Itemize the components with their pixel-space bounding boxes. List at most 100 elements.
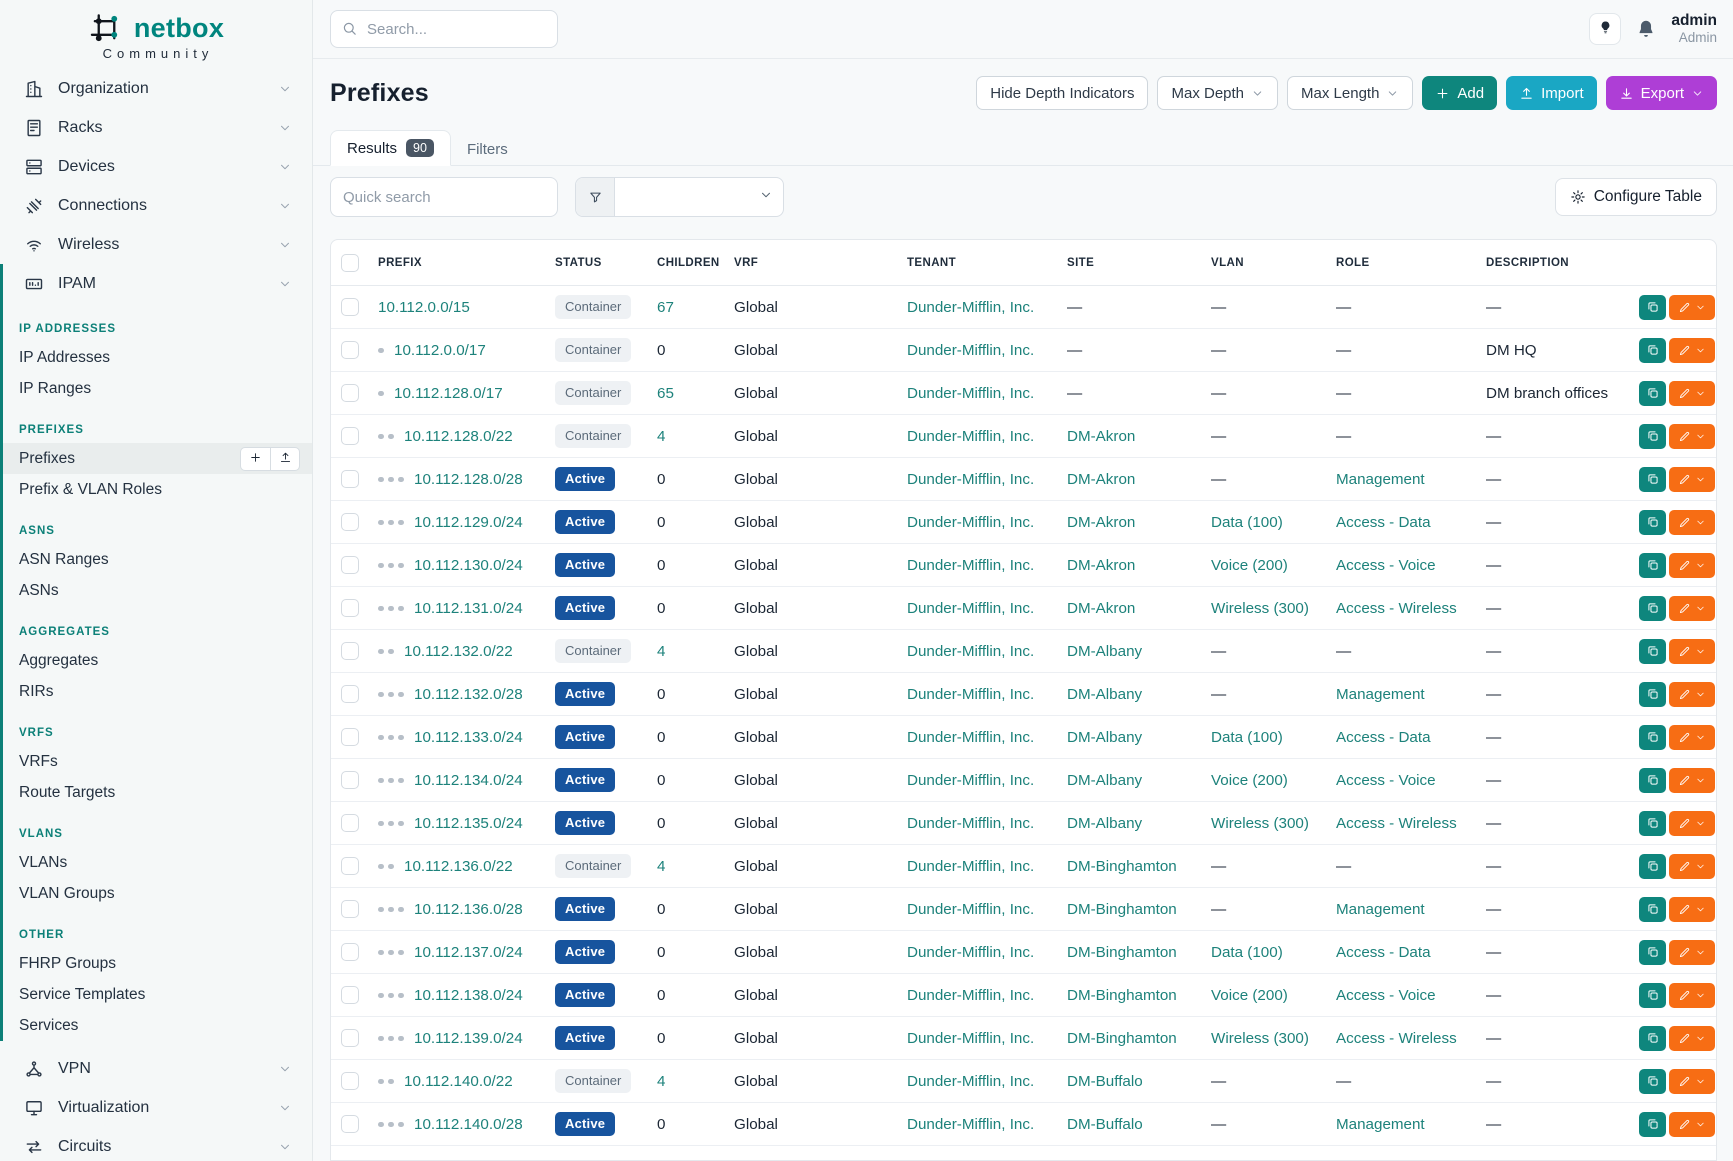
brand[interactable]: netbox Community [0,0,312,69]
tenant-link[interactable]: Dunder-Mifflin, Inc. [907,428,1034,445]
tenant-link[interactable]: Dunder-Mifflin, Inc. [907,858,1034,875]
sidebar-item-ip-addresses[interactable]: IP Addresses [3,342,312,373]
role-link[interactable]: Management [1336,1116,1425,1133]
prefix-link[interactable]: 10.112.135.0/24 [414,815,523,832]
edit-prefix-button[interactable] [1669,854,1715,879]
vlan-link[interactable]: Voice (200) [1211,772,1288,789]
site-link[interactable]: DM-Binghamton [1067,901,1177,918]
sidebar-item-wireless[interactable]: Wireless [0,225,312,264]
sidebar-item-devices[interactable]: Devices [0,147,312,186]
row-checkbox[interactable] [341,341,359,359]
clone-prefix-button[interactable] [1639,510,1666,535]
clone-prefix-button[interactable] [1639,596,1666,621]
vlan-link[interactable]: Wireless (300) [1211,815,1309,832]
quick-search-input[interactable] [330,177,558,217]
tab-results[interactable]: Results 90 [330,130,451,166]
row-checkbox[interactable] [341,986,359,1004]
row-checkbox[interactable] [341,384,359,402]
role-link[interactable]: Management [1336,471,1425,488]
role-link[interactable]: Access - Voice [1336,772,1436,789]
edit-prefix-button[interactable] [1669,553,1715,578]
tenant-link[interactable]: Dunder-Mifflin, Inc. [907,944,1034,961]
row-checkbox[interactable] [341,599,359,617]
site-link[interactable]: DM-Binghamton [1067,987,1177,1004]
sidebar-item-prefix-vlan-roles[interactable]: Prefix & VLAN Roles [3,474,312,505]
max-depth-dropdown[interactable]: Max Depth [1157,76,1278,110]
row-checkbox[interactable] [341,1029,359,1047]
column-header-role[interactable]: ROLE [1336,240,1486,286]
prefix-link[interactable]: 10.112.136.0/22 [404,858,513,875]
column-header-vlan[interactable]: VLAN [1211,240,1336,286]
vlan-link[interactable]: Data (100) [1211,729,1283,746]
tab-filters[interactable]: Filters [451,133,524,166]
sidebar-item-ipam[interactable]: IPAM [3,264,312,303]
clone-prefix-button[interactable] [1639,983,1666,1008]
sidebar-item-vpn[interactable]: VPN [0,1049,312,1088]
theme-toggle-button[interactable] [1589,13,1621,45]
hide-depth-indicators-button[interactable]: Hide Depth Indicators [976,76,1148,110]
vlan-link[interactable]: Wireless (300) [1211,1030,1309,1047]
site-link[interactable]: DM-Akron [1067,514,1135,531]
prefix-link[interactable]: 10.112.138.0/24 [414,987,523,1004]
sidebar-item-route-targets[interactable]: Route Targets [3,777,312,808]
row-checkbox[interactable] [341,771,359,789]
sidebar-item-fhrp-groups[interactable]: FHRP Groups [3,948,312,979]
role-link[interactable]: Access - Wireless [1336,1030,1457,1047]
column-header-status[interactable]: STATUS [555,240,657,286]
site-link[interactable]: DM-Binghamton [1067,944,1177,961]
vlan-link[interactable]: Data (100) [1211,514,1283,531]
sidebar-item-organization[interactable]: Organization [0,69,312,108]
clone-prefix-button[interactable] [1639,553,1666,578]
prefix-link[interactable]: 10.112.132.0/28 [414,686,523,703]
row-checkbox[interactable] [341,1072,359,1090]
children-count-link[interactable]: 4 [657,858,665,875]
clone-prefix-button[interactable] [1639,338,1666,363]
clone-prefix-button[interactable] [1639,682,1666,707]
edit-prefix-button[interactable] [1669,1026,1715,1051]
site-link[interactable]: DM-Albany [1067,815,1142,832]
vlan-link[interactable]: Data (100) [1211,944,1283,961]
clone-prefix-button[interactable] [1639,295,1666,320]
sidebar-item-asns[interactable]: ASNs [3,575,312,606]
max-length-dropdown[interactable]: Max Length [1287,76,1413,110]
tenant-link[interactable]: Dunder-Mifflin, Inc. [907,342,1034,359]
prefix-link[interactable]: 10.112.140.0/22 [404,1073,513,1090]
tenant-link[interactable]: Dunder-Mifflin, Inc. [907,815,1034,832]
vlan-link[interactable]: Voice (200) [1211,987,1288,1004]
prefix-link[interactable]: 10.112.136.0/28 [414,901,523,918]
sidebar-item-connections[interactable]: Connections [0,186,312,225]
add-button[interactable]: Add [1422,76,1497,110]
tenant-link[interactable]: Dunder-Mifflin, Inc. [907,1116,1034,1133]
row-checkbox[interactable] [341,513,359,531]
export-button[interactable]: Export [1606,76,1717,110]
prefix-link[interactable]: 10.112.0.0/17 [394,342,486,359]
clone-prefix-button[interactable] [1639,1112,1666,1137]
notifications-bell-icon[interactable] [1635,18,1657,40]
site-link[interactable]: DM-Binghamton [1067,858,1177,875]
column-header-description[interactable]: DESCRIPTION [1486,240,1639,286]
row-checkbox[interactable] [341,943,359,961]
vlan-link[interactable]: Wireless (300) [1211,600,1309,617]
user-menu[interactable]: admin Admin [1671,12,1717,47]
role-link[interactable]: Management [1336,686,1425,703]
children-count-link[interactable]: 4 [657,643,665,660]
tenant-link[interactable]: Dunder-Mifflin, Inc. [907,987,1034,1004]
global-search-input[interactable] [330,10,558,48]
prefix-link[interactable]: 10.112.128.0/17 [394,385,503,402]
row-checkbox[interactable] [341,470,359,488]
tenant-link[interactable]: Dunder-Mifflin, Inc. [907,557,1034,574]
sidebar-item-vlan-groups[interactable]: VLAN Groups [3,878,312,909]
tenant-link[interactable]: Dunder-Mifflin, Inc. [907,514,1034,531]
sidebar-item-racks[interactable]: Racks [0,108,312,147]
column-header-vrf[interactable]: VRF [734,240,907,286]
prefix-link[interactable]: 10.112.140.0/28 [414,1116,523,1133]
column-header-prefix[interactable]: PREFIX [378,240,555,286]
clone-prefix-button[interactable] [1639,768,1666,793]
edit-prefix-button[interactable] [1669,682,1715,707]
saved-filter-select[interactable] [615,178,783,216]
children-count-link[interactable]: 4 [657,428,665,445]
prefix-link[interactable]: 10.112.139.0/24 [414,1030,523,1047]
children-count-link[interactable]: 4 [657,1073,665,1090]
site-link[interactable]: DM-Akron [1067,600,1135,617]
tenant-link[interactable]: Dunder-Mifflin, Inc. [907,686,1034,703]
